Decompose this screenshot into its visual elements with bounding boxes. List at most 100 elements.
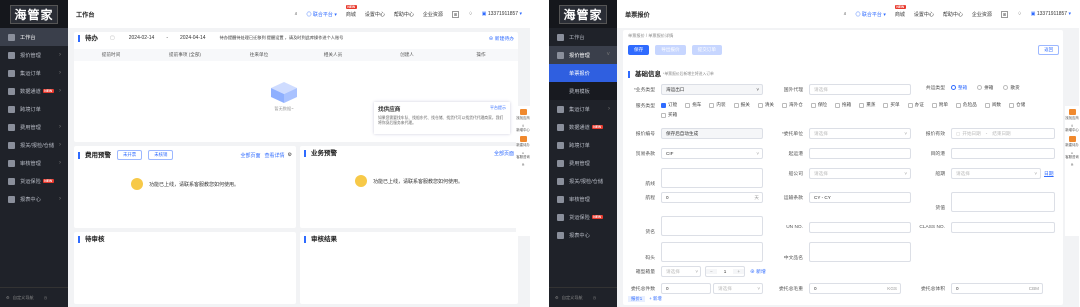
sidebar-footer[interactable]: ⚙ 自定义导航 ◷ [0, 287, 68, 307]
sidebar-item-crossborder[interactable]: 跨境订单 [0, 100, 68, 118]
sidebar-item-insurance[interactable]: 货运保险 NEW [0, 172, 68, 190]
service-button[interactable]: ☺ 客服咨询 [516, 151, 530, 159]
cargo-value-input[interactable] [951, 192, 1055, 212]
submit-order-button[interactable]: 提交订单 [691, 45, 722, 55]
radio-lcl[interactable]: 拼箱 [977, 85, 993, 91]
enterprise-link[interactable]: 企业资源 [972, 11, 992, 18]
pkg-unit-select[interactable]: 请选择 ˅ [713, 283, 763, 294]
help-link[interactable]: 帮助中心 [394, 11, 414, 18]
days-input[interactable]: 0天 [661, 192, 763, 203]
tab-unwritten[interactable]: 未核销 [148, 150, 174, 160]
vessel-select[interactable]: 请选择 ˅ [951, 168, 1041, 179]
gear-icon[interactable]: ⚙ [288, 152, 292, 158]
mall-link[interactable]: NEW 商城 [894, 4, 906, 18]
save-button[interactable]: 保存 [628, 45, 650, 55]
new-todo-side-button[interactable]: 新建待办 [1065, 136, 1079, 147]
sidebar-subitem-single-quote[interactable]: 单票报价 [549, 64, 617, 82]
checkbox-overseas[interactable]: 海外仓 [782, 102, 803, 108]
help-link[interactable]: 帮助中心 [943, 11, 963, 18]
checkbox-loading[interactable]: 内装 [709, 102, 726, 108]
enterprise-link[interactable]: 企业资源 [423, 11, 443, 18]
sidebar-item-workbench[interactable]: 工作台 [549, 28, 617, 46]
radio-fcl[interactable]: 整箱 [951, 85, 967, 91]
total-pkgs-input[interactable]: 0 [661, 283, 711, 294]
collapse-icon[interactable]: ≚ [1071, 163, 1074, 167]
service-button[interactable]: ☺ 客服咨询 [1065, 151, 1079, 159]
sidebar-item-fee[interactable]: 费用管理 › [0, 118, 68, 136]
add-center-button[interactable]: ⇪ 新增中心 [516, 124, 530, 132]
carrier-select[interactable]: 请选择 ˅ [809, 168, 911, 179]
find-supplier-button[interactable]: 找找应商 [516, 109, 530, 120]
fee-view-link[interactable]: 查看详情 [265, 152, 285, 159]
class-no-input[interactable] [951, 222, 1055, 233]
total-weight-input[interactable]: 0 KGS [809, 283, 901, 294]
checkbox-storage[interactable]: 仓储 [1009, 102, 1025, 108]
platform-link[interactable]: ◎ 联合平台 ▾ [307, 11, 337, 18]
radio-bulk[interactable]: 散货 [1003, 85, 1020, 91]
biz-all-link[interactable]: 全部页面 [494, 150, 514, 157]
sidebar-item-audit[interactable]: 审核管理 [549, 190, 617, 208]
add-tab-button[interactable]: + 新增 [649, 296, 662, 302]
sidebar-subitem-fee-template[interactable]: 费用模板 [549, 82, 617, 100]
bell-icon[interactable]: ♢ [1017, 11, 1021, 17]
user-menu[interactable]: ▣ 13371911857 ▾ [1031, 11, 1071, 17]
checkbox-trucking[interactable]: 拖车 [685, 102, 701, 108]
vessel-date-link[interactable]: 日期 [1044, 170, 1054, 177]
checkbox-insurance[interactable]: 保险 [810, 102, 827, 108]
box-qty-stepper[interactable]: −1 + [705, 266, 745, 277]
checkbox-towing[interactable]: 拖箱 [835, 102, 851, 108]
sidebar-item-crossborder[interactable]: 跨境订单 [549, 136, 617, 154]
date-end[interactable]: 2024-04-14 [180, 35, 206, 41]
checkbox-clearance[interactable]: 清关 [757, 102, 774, 108]
sidebar-item-workbench[interactable]: 工作台 [0, 28, 68, 46]
sidebar-item-quote[interactable]: 报价管理 › [0, 46, 68, 64]
checkbox-cert[interactable]: 办证 [907, 102, 924, 108]
route-input[interactable] [661, 168, 763, 188]
sidebar-item-insurance[interactable]: 货运保险 NEW [549, 208, 617, 226]
dock-input[interactable] [661, 242, 763, 262]
minus-icon[interactable]: − [706, 269, 717, 274]
agent-select[interactable]: 请选择 [809, 84, 911, 95]
user-menu[interactable]: ▣ 13371911857 ▾ [482, 11, 522, 17]
sidebar-item-consolidation[interactable]: 集运订单 › [0, 64, 68, 82]
add-center-button[interactable]: ⇪ 新增中心 [1065, 124, 1079, 132]
pod-input[interactable] [951, 148, 1055, 159]
calendar-icon[interactable]: ⊞ [451, 10, 460, 18]
checkbox-booking[interactable]: 订舱 [661, 102, 677, 108]
checkbox-attach[interactable]: 附单 [931, 102, 948, 108]
new-todo-button[interactable]: ⊕ 新建待办 [489, 35, 514, 42]
bell-icon[interactable]: ♢ [468, 11, 472, 17]
checkbox-declare[interactable]: 报关 [733, 102, 750, 108]
add-box-button[interactable]: ⊕ 新增 [750, 268, 766, 275]
sidebar-item-quote[interactable]: 报价管理 ˅ [549, 46, 617, 64]
sidebar-item-data[interactable]: 数据通道 NEW [549, 118, 617, 136]
plus-icon[interactable]: + [733, 269, 744, 274]
transport-terms-select[interactable]: CY - CY [809, 192, 911, 203]
sidebar-item-customs[interactable]: 报关/报检/仓储 › [0, 136, 68, 154]
pol-input[interactable] [809, 148, 911, 159]
search-icon[interactable]: ⌕ [295, 11, 298, 17]
sidebar-item-data[interactable]: 数据通道 NEW › [0, 82, 68, 100]
settings-link[interactable]: 设置中心 [365, 11, 385, 18]
mall-link[interactable]: NEW 商城 [345, 4, 357, 18]
goods-input[interactable] [661, 216, 763, 236]
find-supplier-button[interactable]: 找找应商 [1065, 109, 1079, 120]
total-volume-input[interactable]: 0 CBM [951, 283, 1043, 294]
checkbox-fumigate[interactable]: 熏蒸 [859, 102, 875, 108]
calendar-icon[interactable]: ⊞ [1000, 10, 1009, 18]
supplier-promo[interactable]: 找供应商 平台提示 如果您需要找车队、找船东代、找仓储、找货代可以找货代代理商家，… [374, 102, 510, 134]
un-no-input[interactable] [809, 222, 911, 233]
checkbox-buybox[interactable]: 买箱 [661, 112, 677, 118]
sidebar-item-report[interactable]: 报表中心 [549, 226, 617, 244]
sidebar-item-fee[interactable]: 费用管理 [549, 154, 617, 172]
fee-all-link[interactable]: 全部页面 [240, 152, 260, 159]
date-start[interactable]: 2024-02-14 [129, 35, 155, 41]
sidebar-item-consolidation[interactable]: 集运订单 › [549, 100, 617, 118]
back-button[interactable]: 返回 [1038, 45, 1059, 55]
sidebar-footer[interactable]: ⚙ 自定义导航 ◷ [549, 287, 617, 307]
cn-name-input[interactable] [809, 242, 911, 262]
trade-terms-select[interactable]: CIF ˅ [661, 148, 763, 159]
export-quote-button[interactable]: 导出报价 [655, 45, 686, 55]
client-select[interactable]: 请选择 ˅ [809, 128, 911, 139]
platform-link[interactable]: ◎ 联合平台 ▾ [856, 11, 886, 18]
